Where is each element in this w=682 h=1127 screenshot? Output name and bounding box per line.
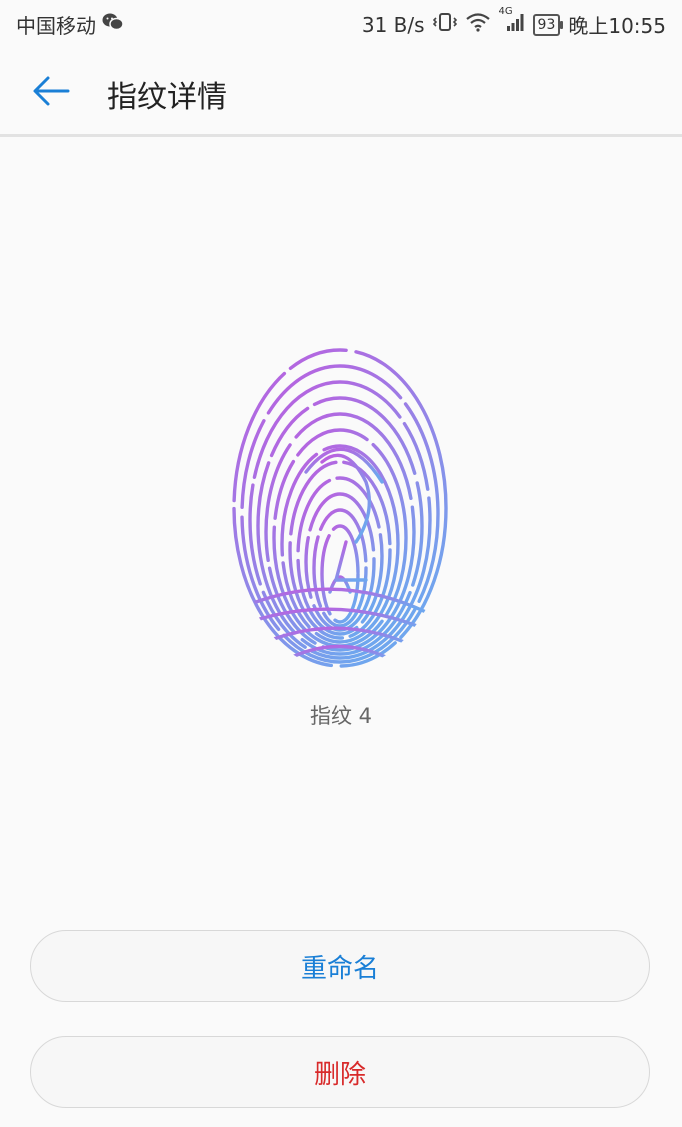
back-arrow-icon	[33, 76, 70, 106]
toolbar: 指纹详情	[0, 48, 682, 137]
delete-button[interactable]: 删除	[30, 1036, 650, 1108]
signal-icon: 4G	[499, 6, 525, 37]
net-speed: 31 B/s	[361, 12, 425, 37]
fingerprint-icon	[226, 342, 456, 674]
status-right: 31 B/s 4G 93 晚上10:55	[361, 6, 666, 39]
vibrate-icon	[432, 12, 457, 37]
wechat-icon	[102, 12, 124, 37]
back-button[interactable]	[30, 70, 72, 112]
page-title: 指纹详情	[107, 80, 227, 115]
fingerprint-name: 指纹 4	[309, 704, 373, 728]
status-left: 中国移动	[16, 10, 124, 39]
battery-level: 93	[537, 16, 556, 33]
rename-button[interactable]: 重命名	[30, 930, 650, 1002]
status-bar: 中国移动 31 B/s 4G 93 晚上10:55	[0, 0, 682, 48]
clock: 晚上10:55	[568, 14, 666, 38]
carrier-label: 中国移动	[16, 14, 96, 38]
network-type: 4G	[498, 6, 513, 17]
wifi-icon	[465, 12, 491, 37]
battery-icon: 93	[532, 13, 564, 36]
